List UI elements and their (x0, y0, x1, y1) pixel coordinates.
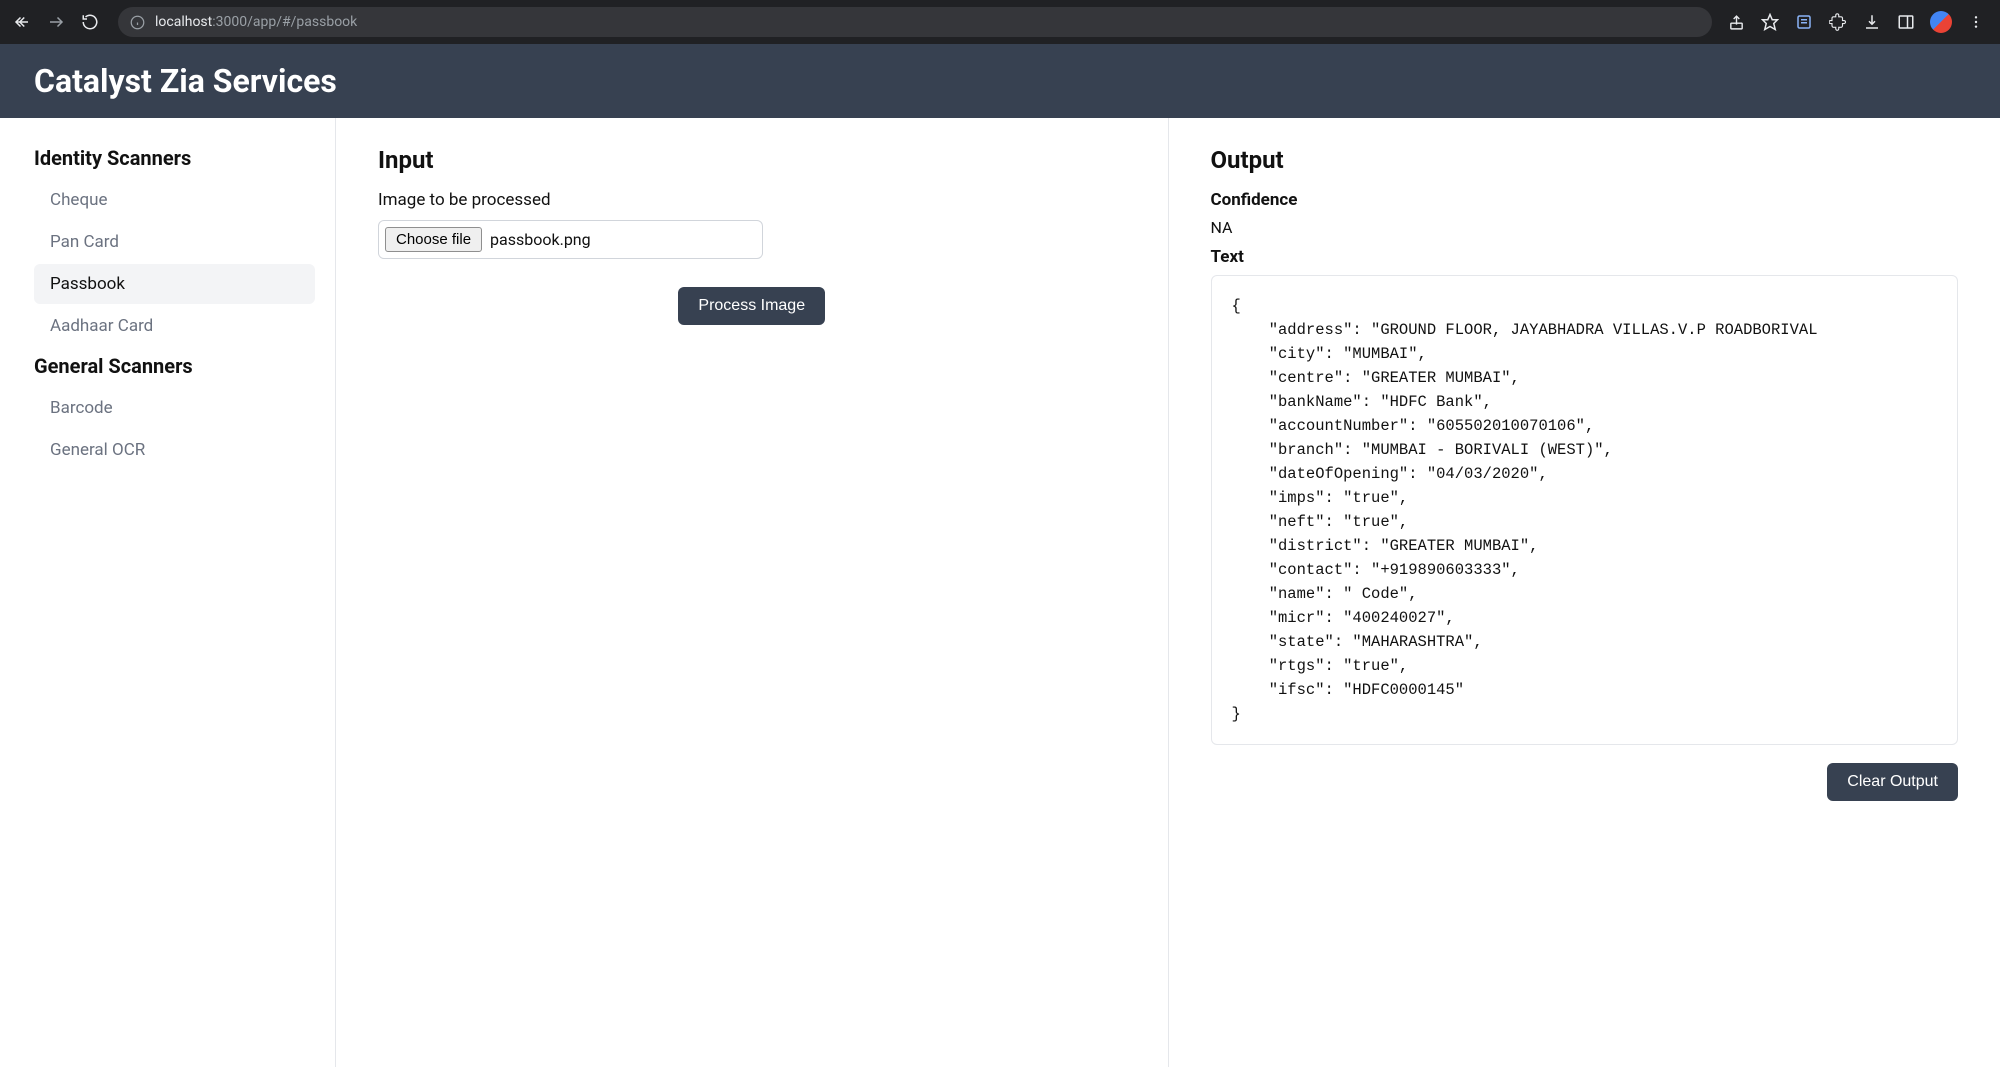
sidebar-item-aadhaar[interactable]: Aadhaar Card (34, 306, 315, 346)
sidebar-item-passbook[interactable]: Passbook (34, 264, 315, 304)
clear-output-button[interactable]: Clear Output (1827, 763, 1958, 801)
file-field-label: Image to be processed (378, 190, 1126, 210)
bookmark-star-icon[interactable] (1760, 12, 1780, 32)
app-title: Catalyst Zia Services (34, 62, 1966, 100)
main-content: Input Image to be processed Choose file … (336, 118, 2000, 1067)
downloads-icon[interactable] (1862, 12, 1882, 32)
output-json[interactable]: { "address": "GROUND FLOOR, JAYABHADRA V… (1211, 275, 1959, 745)
confidence-label: Confidence (1211, 190, 1959, 210)
choose-file-button[interactable]: Choose file (385, 227, 482, 252)
sidebar-item-general-ocr[interactable]: General OCR (34, 430, 315, 470)
kebab-menu-icon[interactable] (1966, 12, 1986, 32)
arrow-left-icon (13, 13, 31, 31)
sidebar-item-pan-card[interactable]: Pan Card (34, 222, 315, 262)
text-label: Text (1211, 247, 1959, 267)
main-layout: Identity Scanners Cheque Pan Card Passbo… (0, 118, 2000, 1067)
share-icon[interactable] (1726, 12, 1746, 32)
forward-button[interactable] (42, 8, 70, 36)
process-image-button[interactable]: Process Image (678, 287, 825, 325)
input-heading: Input (378, 146, 1126, 174)
sidebar-group-identity: Identity Scanners (20, 146, 315, 170)
reload-icon (81, 13, 99, 31)
url-path: :3000/app/#/passbook (212, 14, 357, 30)
toolbar-right (1726, 11, 1992, 33)
arrow-right-icon (47, 13, 65, 31)
sidebar-item-barcode[interactable]: Barcode (34, 388, 315, 428)
profile-avatar-icon[interactable] (1930, 11, 1952, 33)
browser-toolbar: localhost:3000/app/#/passbook (0, 0, 2000, 44)
url-text: localhost:3000/app/#/passbook (155, 14, 357, 30)
confidence-value: NA (1211, 218, 1959, 237)
sidebar-item-cheque[interactable]: Cheque (34, 180, 315, 220)
file-input[interactable]: Choose file passbook.png (378, 220, 763, 259)
address-bar[interactable]: localhost:3000/app/#/passbook (118, 7, 1712, 37)
back-button[interactable] (8, 8, 36, 36)
reader-icon[interactable] (1794, 12, 1814, 32)
selected-file-name: passbook.png (490, 230, 591, 249)
reload-button[interactable] (76, 8, 104, 36)
sidebar-group-general: General Scanners (20, 354, 315, 378)
sidebar: Identity Scanners Cheque Pan Card Passbo… (0, 118, 336, 1067)
output-panel: Output Confidence NA Text { "address": "… (1169, 118, 2000, 1067)
site-info-icon[interactable] (130, 15, 145, 30)
input-panel: Input Image to be processed Choose file … (336, 118, 1169, 1067)
panel-icon[interactable] (1896, 12, 1916, 32)
extensions-icon[interactable] (1828, 12, 1848, 32)
app-header: Catalyst Zia Services (0, 44, 2000, 118)
url-host: localhost (155, 14, 212, 30)
output-heading: Output (1211, 146, 1959, 174)
